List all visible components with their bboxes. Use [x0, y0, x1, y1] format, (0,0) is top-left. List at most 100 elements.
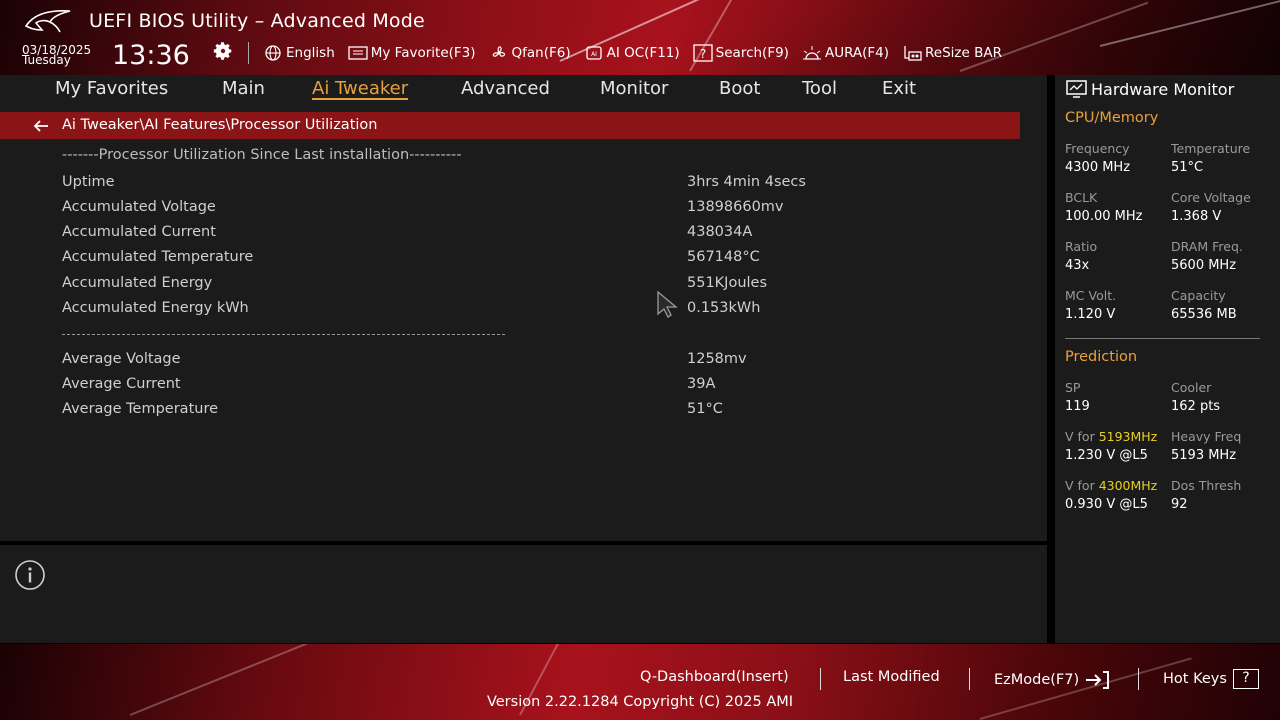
- tab-monitor[interactable]: Monitor: [600, 78, 668, 99]
- ezmode-button[interactable]: EzMode(F7): [994, 669, 1111, 691]
- hw-label: Temperature: [1171, 141, 1251, 156]
- setting-value: 13898660mv: [687, 199, 784, 215]
- toolbar-language[interactable]: English: [262, 44, 335, 62]
- tab-my-favorites[interactable]: My Favorites: [55, 78, 168, 99]
- ezmode-label: EzMode(F7): [994, 672, 1080, 688]
- setting-row-accumulated-energy-kwh[interactable]: Accumulated Energy kWh 0.153kWh: [62, 300, 1012, 322]
- toolbar-language-label: English: [286, 45, 335, 61]
- setting-label: Accumulated Energy: [62, 275, 213, 291]
- fan-icon: [492, 46, 505, 57]
- resize-bar-icon: [904, 46, 922, 61]
- setting-row-uptime[interactable]: Uptime 3hrs 4min 4secs: [62, 174, 1012, 196]
- tab-exit[interactable]: Exit: [882, 78, 916, 99]
- hw-label: Capacity: [1171, 288, 1226, 303]
- info-icon: [15, 560, 45, 590]
- hw-label: MC Volt.: [1065, 288, 1117, 303]
- setting-value: 567148°C: [687, 249, 760, 265]
- hw-value: 92: [1171, 497, 1188, 512]
- toolbar-ai-oc[interactable]: AI AI OC(F11): [583, 44, 680, 62]
- hw-label: Cooler: [1171, 380, 1212, 395]
- hw-value: 1.120 V: [1065, 307, 1116, 322]
- toolbar-qfan[interactable]: Qfan(F6): [488, 44, 571, 62]
- setting-value: 3hrs 4min 4secs: [687, 174, 806, 190]
- vfor-freq: 4300MHz: [1098, 478, 1158, 493]
- hw-temperature: Temperature 51°C: [1171, 141, 1280, 177]
- setting-row-average-temperature[interactable]: Average Temperature 51°C: [62, 401, 1012, 423]
- hw-core-voltage: Core Voltage 1.368 V: [1171, 190, 1280, 226]
- tab-advanced[interactable]: Advanced: [461, 78, 550, 99]
- hw-value: 162 pts: [1171, 399, 1221, 414]
- setting-row-accumulated-energy[interactable]: Accumulated Energy 551KJoules: [62, 275, 1012, 297]
- back-arrow-icon[interactable]: [30, 117, 52, 135]
- monitor-icon: [1066, 80, 1087, 98]
- tab-boot[interactable]: Boot: [719, 78, 760, 99]
- setting-value: 0.153kWh: [687, 300, 761, 316]
- hardware-monitor-header: Hardware Monitor: [1065, 79, 1234, 99]
- hw-label: Core Voltage: [1171, 190, 1251, 205]
- setting-label: Average Voltage: [62, 351, 181, 367]
- hw-value: 1.230 V @L5: [1065, 448, 1148, 463]
- toolbar-ai-oc-label: AI OC(F11): [606, 45, 680, 61]
- hot-keys-button[interactable]: Hot Keys ?: [1163, 669, 1259, 689]
- toolbar: English My Favorite(F3) Qfan(F6) AI AI O…: [262, 42, 1014, 64]
- hw-v-for-heavy: V for 5193MHz 1.230 V @L5: [1065, 429, 1175, 465]
- breadcrumb: Ai Tweaker\AI Features\Processor Utiliza…: [0, 112, 1020, 139]
- hw-dram-freq: DRAM Freq. 5600 MHz: [1171, 239, 1280, 275]
- setting-row-accumulated-voltage[interactable]: Accumulated Voltage 13898660mv: [62, 199, 1012, 221]
- hw-value: 51°C: [1171, 160, 1204, 175]
- hw-heavy-freq: Heavy Freq 5193 MHz: [1171, 429, 1280, 465]
- setting-row-accumulated-temperature[interactable]: Accumulated Temperature 567148°C: [62, 249, 1012, 271]
- vfor-prefix: V for: [1065, 429, 1099, 444]
- vfor-prefix: V for: [1065, 478, 1099, 493]
- footer-bar: Q-Dashboard(Insert) Last Modified EzMode…: [0, 644, 1280, 720]
- footer-divider: [820, 668, 821, 690]
- hw-value: 100.00 MHz: [1065, 209, 1143, 224]
- toolbar-divider: [248, 42, 249, 64]
- last-modified-button[interactable]: Last Modified: [843, 669, 940, 685]
- hardware-monitor-title: Hardware Monitor: [1091, 79, 1235, 99]
- hot-keys-label: Hot Keys: [1163, 671, 1227, 687]
- section-header: -------Processor Utilization Since Last …: [62, 147, 462, 163]
- hw-divider: [1065, 338, 1260, 339]
- setting-label: Accumulated Temperature: [62, 249, 254, 265]
- exit-arrow-icon: [1086, 671, 1110, 689]
- toolbar-my-favorite[interactable]: My Favorite(F3): [347, 44, 476, 62]
- hw-cooler: Cooler 162 pts: [1171, 380, 1280, 416]
- setting-label: Uptime: [62, 174, 115, 190]
- my-favorite-icon: [348, 46, 368, 60]
- help-panel: [0, 541, 1047, 642]
- mouse-pointer-icon: [657, 290, 678, 318]
- gear-icon[interactable]: [212, 40, 234, 62]
- prediction-heading: Prediction: [1065, 349, 1138, 365]
- ai-oc-icon: AI: [585, 46, 602, 60]
- tab-ai-tweaker[interactable]: Ai Tweaker: [312, 78, 409, 100]
- decor-streak: [1099, 0, 1280, 47]
- toolbar-aura-label: AURA(F4): [824, 45, 890, 61]
- toolbar-resize-bar[interactable]: ReSize BAR: [901, 44, 1002, 62]
- hw-sp: SP 119: [1065, 380, 1175, 416]
- hw-value: 119: [1065, 399, 1090, 414]
- tab-main[interactable]: Main: [222, 78, 265, 99]
- hw-value: 5193 MHz: [1171, 448, 1237, 463]
- toolbar-resize-bar-label: ReSize BAR: [925, 45, 1002, 61]
- setting-value: 51°C: [687, 401, 723, 417]
- hw-label: V for 4300MHz: [1065, 478, 1175, 494]
- setting-row-accumulated-current[interactable]: Accumulated Current 438034A: [62, 224, 1012, 246]
- hw-label: SP: [1065, 380, 1081, 395]
- globe-icon: [265, 45, 281, 61]
- weekday-text: Tuesday: [22, 53, 71, 67]
- clock-time: 13:36: [112, 40, 190, 71]
- toolbar-search[interactable]: ? Search(F9): [692, 44, 789, 62]
- hw-value: 0.930 V @L5: [1065, 497, 1148, 512]
- setting-row-average-voltage[interactable]: Average Voltage 1258mv: [62, 351, 1012, 373]
- main-panel: My Favorites Main Ai Tweaker Advanced Mo…: [0, 75, 1047, 643]
- svg-text:AI: AI: [591, 51, 597, 58]
- hw-label: V for 5193MHz: [1065, 429, 1175, 445]
- hw-label: DRAM Freq.: [1171, 239, 1243, 254]
- setting-row-average-current[interactable]: Average Current 39A: [62, 376, 1012, 398]
- toolbar-qfan-label: Qfan(F6): [511, 45, 571, 61]
- app-title: UEFI BIOS Utility – Advanced Mode: [89, 10, 425, 32]
- toolbar-aura[interactable]: AURA(F4): [801, 44, 889, 62]
- q-dashboard-button[interactable]: Q-Dashboard(Insert): [640, 669, 789, 685]
- tab-tool[interactable]: Tool: [802, 78, 837, 99]
